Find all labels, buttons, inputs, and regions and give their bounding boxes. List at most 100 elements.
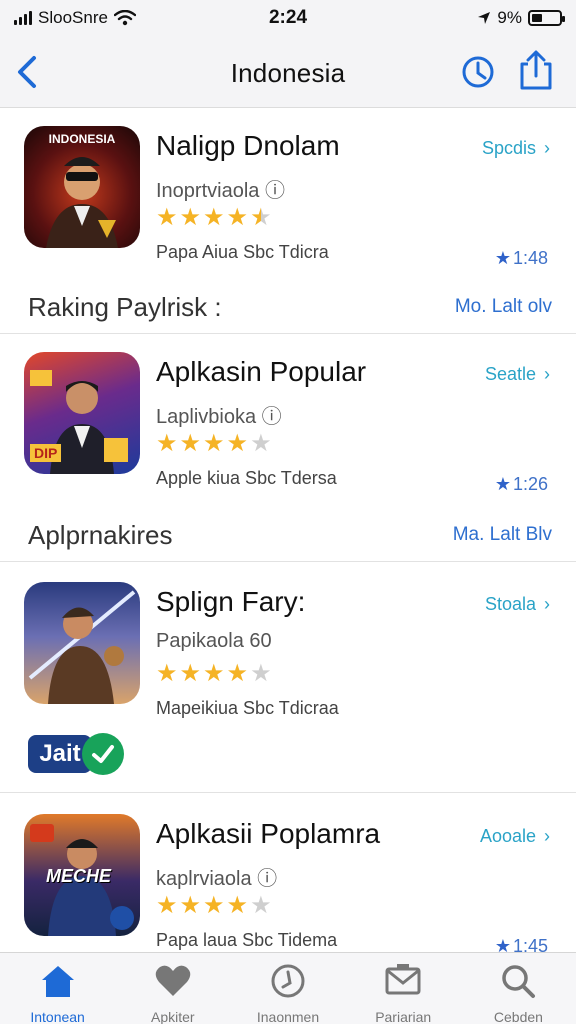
app-row[interactable]: MECHE Aplkasii Poplamra kaplrviaola ⓘ ★ … [0,796,576,952]
tab-search[interactable]: Cebden [461,953,576,1024]
icon-label: DIP [30,444,62,462]
app-developer: Papa laua Sbc Tidema [156,930,338,950]
star-empty-icon: ★ [250,892,272,919]
checkmark-icon [82,733,124,775]
section-header: Aplprnakires Ma. Lalt Blv [0,506,576,562]
status-bar: SlooSnre 2:24 9% [0,0,576,36]
star-icon: ★ [179,892,202,919]
app-subtitle: Laplivbioka ⓘ [156,406,282,428]
app-time: ★ 1:26 [495,474,548,495]
icon-label: MECHE [46,866,112,886]
get-button[interactable]: Seatle › [485,364,550,385]
star-half-icon: ★ [250,204,272,231]
tab-label: Intonean [30,1009,85,1024]
location-arrow-icon [478,12,491,24]
tab-label: Inaonmen [256,1009,320,1024]
star-icon: ★ [494,248,511,268]
icon-label: INDONESIA [48,132,116,146]
app-icon[interactable]: MECHE [24,814,140,936]
clock-icon [271,964,305,998]
status-right: 9% [477,8,565,28]
tab-bar: Intonean Apkiter Inaonmen Pariarian Cebd… [0,952,576,1024]
action-label: Stoala [484,594,536,614]
app-time: ★ 1:45 [495,936,548,952]
tab-arcade[interactable]: Pariarian [346,953,461,1024]
app-name[interactable]: Aplkasii Poplamra [156,818,380,850]
time-label: 1:48 [512,248,548,268]
star-icon: ★ [179,430,202,457]
star-icon: ★ [226,892,249,919]
star-icon: ★ [156,892,178,919]
star-icon: ★ [203,892,225,919]
app-row[interactable]: INDONESIA Naligp Dnolam Inoprtviaola ⓘ ★… [0,108,576,268]
star-empty-icon: ★ [250,430,272,457]
battery-icon [528,10,565,26]
heart-icon [155,965,191,996]
tab-home[interactable]: Intonean [0,953,115,1024]
star-icon: ★ [179,660,202,687]
search-icon [502,965,536,998]
promo-badge[interactable]: Jait [28,732,132,776]
star-icon: ★ [156,660,178,687]
app-row[interactable]: DIP Aplkasin Popular Laplivbioka ⓘ ★ ★ ★… [0,334,576,494]
get-button[interactable]: Aooale › [480,826,550,847]
star-icon: ★ [203,660,225,687]
see-all-link[interactable]: Ma. Lalt Blv [453,524,552,546]
chevron-right-icon: › [544,364,550,384]
star-rating: ★ ★ ★ ★ ★ [156,206,272,230]
time-label: 1:45 [512,936,548,952]
app-name[interactable]: Aplkasin Popular [156,356,366,388]
app-icon[interactable]: INDONESIA [24,126,140,248]
star-icon: ★ [494,474,511,494]
app-name[interactable]: Splign Fary: [156,586,305,618]
divider [0,792,576,793]
share-icon[interactable] [518,50,554,90]
get-button[interactable]: Spcdis › [482,138,550,159]
history-icon[interactable] [460,54,496,90]
action-label: Seatle [484,364,536,384]
mail-icon [385,964,421,995]
app-developer: Apple kiua Sbc Tdersa [156,468,337,488]
chevron-right-icon: › [544,594,550,614]
app-developer: Papa Aiua Sbc Tdicra [156,242,329,262]
star-icon: ★ [226,430,249,457]
star-rating: ★ ★ ★ ★ ★ [156,432,272,456]
see-all-link[interactable]: Mo. Lalt olv [455,296,552,318]
chevron-right-icon: › [544,138,550,158]
app-row[interactable]: Splign Fary: Papikaola 60 ★ ★ ★ ★ ★ Mape… [0,564,576,718]
tab-label: Cebden [493,1009,543,1024]
section-header: Raking Paylrisk : Mo. Lalt olv [0,278,576,334]
star-icon: ★ [156,204,178,231]
action-label: Spcdis [481,138,536,158]
navigation-bar: Indonesia [0,36,576,108]
star-rating: ★ ★ ★ ★ ★ [156,662,272,686]
time-label: 1:26 [512,474,548,494]
star-icon: ★ [179,204,202,231]
star-icon: ★ [226,204,249,231]
app-subtitle: Papikaola 60 [156,630,272,652]
app-subtitle: Inoprtviaola ⓘ [156,180,285,202]
app-developer: Mapeikiua Sbc Tdicraa [156,698,339,718]
chevron-right-icon: › [544,826,550,846]
battery-percent: 9% [497,8,522,27]
star-empty-icon: ★ [250,660,272,687]
character-artwork-icon [28,590,136,704]
star-icon: ★ [494,936,511,952]
star-icon: ★ [226,660,249,687]
app-time: ★ 1:48 [495,248,548,269]
tab-label: Pariarian [375,1009,432,1024]
app-name[interactable]: Naligp Dnolam [156,130,340,162]
star-rating: ★ ★ ★ ★ ★ [156,894,272,918]
star-icon: ★ [156,430,178,457]
app-icon[interactable] [24,582,140,704]
tab-updates[interactable]: Inaonmen [230,953,345,1024]
app-icon[interactable]: DIP [24,352,140,474]
tab-apps[interactable]: Apkiter [115,953,230,1024]
section-title: Raking Paylrisk : [28,292,222,322]
star-icon: ★ [203,204,225,231]
action-label: Aooale [479,826,536,846]
get-button[interactable]: Stoala › [485,594,550,615]
section-title: Aplprnakires [28,520,173,550]
app-list: INDONESIA Naligp Dnolam Inoprtviaola ⓘ ★… [0,108,576,952]
star-icon: ★ [203,430,225,457]
